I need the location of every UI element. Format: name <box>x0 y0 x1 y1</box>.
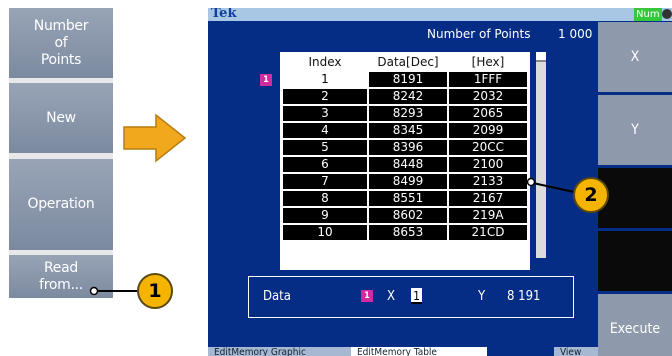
number-of-points-button[interactable]: Number of Points <box>9 8 113 78</box>
blank-softkey-2 <box>598 231 672 291</box>
scrollbar-thumb[interactable] <box>536 52 546 62</box>
index-cell[interactable]: 9 <box>283 208 367 223</box>
bottom-tab-bar: EditMemory Graphic EditMemory Table View <box>208 347 672 356</box>
column-header-data-dec: Data[Dec] <box>369 55 447 70</box>
data-label: Data <box>263 289 291 304</box>
status-bar: Tek Num <box>208 8 672 21</box>
hex-cell[interactable]: 20CC <box>449 140 527 155</box>
marker-icon: 1 <box>260 74 272 86</box>
index-cell[interactable]: 5 <box>283 140 367 155</box>
dec-cell[interactable]: 8448 <box>369 157 447 172</box>
table-row[interactable]: 2 8242 2032 <box>283 89 527 104</box>
hex-cell[interactable]: 219A <box>449 208 527 223</box>
x-softkey[interactable]: X <box>598 22 672 92</box>
hex-cell[interactable]: 2099 <box>449 123 527 138</box>
dec-cell[interactable]: 8499 <box>369 174 447 189</box>
edit-memory-table: Index Data[Dec] [Hex] 1 8191 1FFF 2 8242… <box>280 52 530 270</box>
number-of-points-label: Number of Points <box>427 27 531 41</box>
operation-button[interactable]: Operation <box>9 159 113 250</box>
table-row[interactable]: 4 8345 2099 <box>283 123 527 138</box>
hex-cell[interactable]: 21CD <box>449 225 527 240</box>
number-of-points-value: 1 000 <box>558 27 593 41</box>
y-value: 8 191 <box>507 289 541 304</box>
y-softkey[interactable]: Y <box>598 95 672 165</box>
num-badge: Num <box>634 8 662 21</box>
index-cell[interactable]: 1 <box>283 72 367 87</box>
hex-cell[interactable]: 2100 <box>449 157 527 172</box>
dec-cell[interactable]: 8602 <box>369 208 447 223</box>
dec-cell[interactable]: 8396 <box>369 140 447 155</box>
callout-1: 1 <box>137 273 173 309</box>
table-row[interactable]: 1 8191 1FFF <box>283 72 527 87</box>
data-entry-panel: Data 1 X 1 Y 8 191 <box>248 276 574 318</box>
index-cell[interactable]: 8 <box>283 191 367 206</box>
table-row[interactable]: 10 8653 21CD <box>283 225 527 240</box>
tab-editmemory-table[interactable]: EditMemory Table <box>351 347 487 356</box>
right-arrow-icon <box>123 113 187 163</box>
table-row[interactable]: 3 8293 2065 <box>283 106 527 121</box>
table-scrollbar[interactable] <box>536 52 546 258</box>
new-button[interactable]: New <box>9 83 113 153</box>
dec-cell[interactable]: 8293 <box>369 106 447 121</box>
index-cell[interactable]: 2 <box>283 89 367 104</box>
table-row[interactable]: 8 8551 2167 <box>283 191 527 206</box>
x-label: X <box>387 289 396 304</box>
status-dot-icon <box>662 9 672 19</box>
column-header-index: Index <box>283 55 367 70</box>
marker-icon: 1 <box>361 290 373 302</box>
table-row[interactable]: 5 8396 20CC <box>283 140 527 155</box>
table-row[interactable]: 7 8499 2133 <box>283 174 527 189</box>
index-cell[interactable]: 4 <box>283 123 367 138</box>
dec-cell[interactable]: 8345 <box>369 123 447 138</box>
table-row[interactable]: 9 8602 219A <box>283 208 527 223</box>
table-row[interactable]: 6 8448 2100 <box>283 157 527 172</box>
dec-cell[interactable]: 8551 <box>369 191 447 206</box>
tab-view[interactable]: View <box>554 347 598 356</box>
table-header: Index Data[Dec] [Hex] <box>283 55 527 70</box>
index-cell[interactable]: 3 <box>283 106 367 121</box>
hex-cell[interactable]: 2032 <box>449 89 527 104</box>
callout-2: 2 <box>573 177 609 213</box>
dec-cell[interactable]: 8242 <box>369 89 447 104</box>
x-value-field[interactable]: 1 <box>411 288 422 304</box>
dec-cell[interactable]: 8653 <box>369 225 447 240</box>
hex-cell[interactable]: 2133 <box>449 174 527 189</box>
dec-cell[interactable]: 8191 <box>369 72 447 87</box>
read-from-button[interactable]: Read from... <box>9 255 113 298</box>
left-softkey-menu: Number of Points New Operation Read from… <box>9 8 113 298</box>
index-cell[interactable]: 10 <box>283 225 367 240</box>
y-label: Y <box>478 289 486 304</box>
brand-logo: Tek <box>211 8 237 21</box>
column-header-hex: [Hex] <box>449 55 527 70</box>
hex-cell[interactable]: 2167 <box>449 191 527 206</box>
blank-softkey-1 <box>598 168 672 228</box>
index-cell[interactable]: 6 <box>283 157 367 172</box>
tab-editmemory-graphic[interactable]: EditMemory Graphic <box>208 347 351 356</box>
hex-cell[interactable]: 1FFF <box>449 72 527 87</box>
hex-cell[interactable]: 2065 <box>449 106 527 121</box>
index-cell[interactable]: 7 <box>283 174 367 189</box>
